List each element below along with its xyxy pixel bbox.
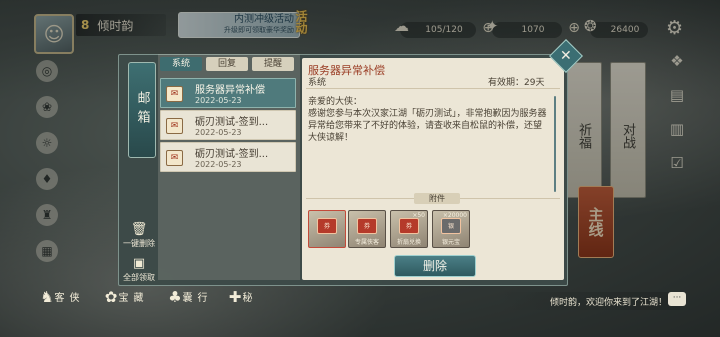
tab-system[interactable]: 系统 (160, 57, 202, 71)
heroes-nav[interactable]: ♞ 侠客 (36, 286, 78, 308)
secret-nav[interactable]: ✚ 秘 (224, 286, 251, 308)
mail-validity: 有效期：29天 (488, 78, 545, 88)
mail-text: 感谢您参与本次汉家江湖「砺刃测试」，非常抱歉因为服务器异常给您带来了不好的体验，… (308, 109, 547, 143)
tab-reminder[interactable]: 提醒 (252, 57, 294, 71)
mail-item-title: 砺刃测试-签到... (195, 117, 269, 128)
envelope-icon: ✉ (166, 150, 183, 166)
nav-label: 行囊 (180, 292, 206, 302)
mail-item-date: 2022-05-23 (195, 128, 242, 137)
delete-all-button[interactable]: 🗑 一键删除 (122, 222, 156, 249)
mail-title: 邮箱 (128, 62, 156, 158)
bag-nav[interactable]: ♣ 行囊 (164, 286, 206, 308)
ticket-icon: 券 (399, 218, 419, 234)
mail-sender: 系统 (308, 78, 327, 88)
attachment-name: 银元宝 (441, 239, 460, 246)
silver-ingot-icon: 银 (441, 218, 461, 234)
tab-reply[interactable]: 回复 (206, 57, 248, 71)
envelope-icon: ✉ (166, 86, 183, 102)
attachment-item[interactable]: 券 (308, 210, 346, 248)
delete-button[interactable]: 删除 (394, 255, 476, 277)
envelope-icon: ✉ (166, 118, 183, 134)
claim-icon: ▣ (132, 256, 146, 271)
mail-tabs: 系统 回复 提醒 (160, 57, 294, 71)
ticket-icon: 券 (317, 218, 337, 234)
chat-message: 倾时韵，欢迎你来到了江湖！ (550, 297, 668, 308)
mail-item[interactable]: ✉ 服务器异常补偿 2022-05-23 (160, 78, 296, 108)
mail-item-title: 砺刃测试-签到... (195, 149, 269, 160)
treasure-nav[interactable]: ✿ 藏宝 (100, 286, 142, 308)
nav-label: 侠客 (52, 292, 78, 302)
attachment-item[interactable]: ×50 券 折扇兑换 (390, 210, 428, 248)
attachment-label: 附件 (414, 193, 460, 204)
mail-item-date: 2022-05-23 (195, 160, 242, 169)
mail-body: 亲爱的大侠： 感谢您参与本次汉家江湖「砺刃测试」，非常抱歉因为服务器异常给您带来… (308, 96, 548, 144)
attachment-item[interactable]: 券 专属侠客 (348, 210, 386, 248)
nav-label: 秘 (240, 292, 251, 302)
claim-all-button[interactable]: ▣ 全部领取 (122, 256, 156, 283)
mail-item[interactable]: ✉ 砺刃测试-签到... 2022-05-23 (160, 110, 296, 140)
content-scrollbar[interactable] (554, 96, 556, 192)
chat-icon[interactable]: ··· (668, 292, 686, 306)
attachment-name: 折扇兑换 (396, 239, 421, 246)
mail-item-title: 服务器异常补偿 (195, 85, 265, 96)
ticket-icon: 券 (357, 218, 377, 234)
mail-greeting: 亲爱的大侠： (308, 97, 363, 107)
close-icon: ✕ (560, 47, 572, 64)
delete-all-label: 一键删除 (123, 239, 155, 248)
attachment-name: 专属侠客 (354, 239, 379, 246)
mail-item[interactable]: ✉ 砺刃测试-签到... 2022-05-23 (160, 142, 296, 172)
attachment-item[interactable]: ×20000 银 银元宝 (432, 210, 470, 248)
trash-icon: 🗑 (130, 222, 148, 237)
divider (306, 88, 560, 89)
mail-item-date: 2022-05-23 (195, 96, 242, 105)
nav-label: 藏宝 (116, 292, 142, 302)
chat-bar[interactable]: 倾时韵，欢迎你来到了江湖！ (500, 292, 680, 310)
claim-all-label: 全部领取 (123, 273, 155, 282)
